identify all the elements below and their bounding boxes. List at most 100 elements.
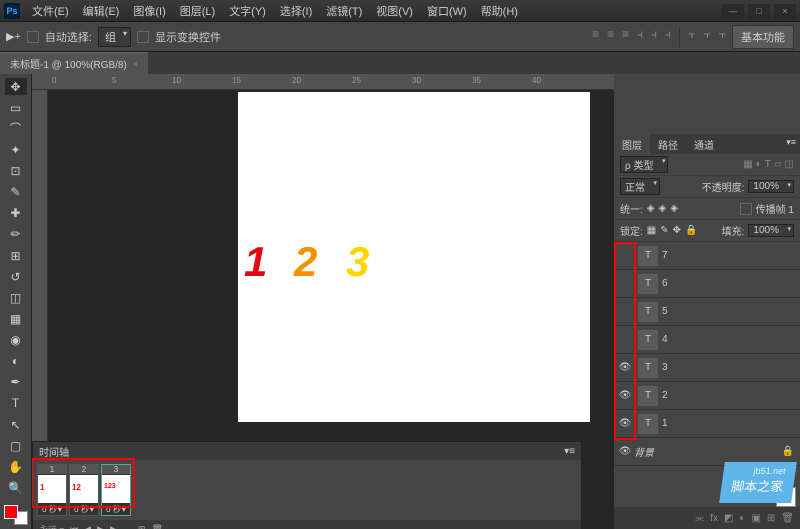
unify-icon[interactable]: ◈ — [670, 203, 678, 214]
propagate-checkbox[interactable] — [740, 203, 752, 215]
distribute-icon[interactable]: ⫟ — [703, 27, 710, 47]
stamp-tool[interactable]: ⊞ — [5, 247, 27, 264]
align-icon[interactable]: ≡ — [592, 27, 599, 47]
color-swatches[interactable] — [4, 505, 28, 526]
marquee-tool[interactable]: ▭ — [5, 99, 27, 116]
visibility-toggle[interactable]: 👁 — [616, 390, 634, 401]
crop-tool[interactable]: ⊡ — [5, 163, 27, 180]
canvas[interactable]: 1 2 3 — [238, 92, 590, 422]
menu-filter[interactable]: 滤镜(T) — [320, 1, 368, 21]
panel-tab-layers[interactable]: 图层 — [614, 134, 650, 154]
panel-tab-paths[interactable]: 路径 — [650, 134, 686, 154]
move-tool[interactable]: ✥ — [5, 78, 27, 95]
tl-tween-icon[interactable]: ⋯ — [123, 524, 132, 529]
tl-delete-icon[interactable]: 🗑 — [151, 524, 162, 529]
tab-close-icon[interactable]: × — [133, 59, 138, 69]
align-icon[interactable]: ⫞ — [665, 27, 671, 47]
adjust-icon[interactable]: ◐ — [739, 513, 745, 524]
frame-duration[interactable]: 0 秒▾ — [106, 504, 126, 515]
blend-mode-dropdown[interactable]: 正常 — [620, 178, 660, 195]
lock-all-icon[interactable]: 🔒 — [685, 225, 697, 236]
tl-newframe-icon[interactable]: ⊞ — [138, 524, 146, 529]
delete-icon[interactable]: 🗑 — [781, 513, 794, 524]
new-layer-icon[interactable]: ⊞ — [767, 513, 775, 524]
workspace-button[interactable]: 基本功能 — [732, 25, 794, 49]
opacity-input[interactable]: 100% — [748, 180, 794, 193]
tl-first-icon[interactable]: ⏮ — [70, 524, 78, 529]
brush-tool[interactable]: ✏ — [5, 226, 27, 243]
dodge-tool[interactable]: ◐ — [5, 353, 27, 370]
layer-name[interactable]: 2 — [662, 390, 668, 401]
layer-row[interactable]: 👁T3 — [614, 354, 800, 382]
tl-play-icon[interactable]: ▶ — [97, 524, 104, 529]
layer-name[interactable]: 7 — [662, 250, 668, 261]
group-icon[interactable]: ▣ — [751, 513, 760, 524]
eyedropper-tool[interactable]: ✎ — [5, 184, 27, 201]
layer-filter-dropdown[interactable]: ρ 类型 — [620, 156, 668, 173]
fill-input[interactable]: 100% — [748, 224, 794, 237]
zoom-tool[interactable]: 🔍 — [5, 479, 27, 496]
layer-row[interactable]: T4 — [614, 326, 800, 354]
layer-name[interactable]: 6 — [662, 278, 668, 289]
tl-next-icon[interactable]: ▶ — [110, 524, 117, 529]
lock-pixels-icon[interactable]: ▦ — [647, 225, 656, 236]
align-icon[interactable]: ⫞ — [637, 27, 643, 47]
window-close-button[interactable]: × — [774, 4, 796, 18]
filter-type-icon[interactable]: T — [765, 159, 771, 170]
menu-window[interactable]: 窗口(W) — [421, 1, 473, 21]
foreground-color[interactable] — [4, 505, 18, 519]
type-tool[interactable]: T — [5, 395, 27, 412]
pen-tool[interactable]: ✒ — [5, 374, 27, 391]
unify-icon[interactable]: ◈ — [647, 203, 655, 214]
visibility-toggle[interactable]: 👁 — [616, 446, 634, 457]
lock-pos-icon[interactable]: ✥ — [673, 225, 681, 236]
lasso-tool[interactable]: ⌒ — [5, 120, 27, 137]
menu-type[interactable]: 文字(Y) — [223, 1, 272, 21]
layer-row[interactable]: T7 — [614, 242, 800, 270]
align-icon[interactable]: ≡ — [622, 27, 629, 47]
frame-duration[interactable]: 0 秒▾ — [42, 504, 62, 515]
shape-tool[interactable]: ▢ — [5, 437, 27, 454]
mask-icon[interactable]: ◩ — [724, 513, 733, 524]
timeline-frame[interactable]: 2 12 0 秒▾ — [69, 464, 99, 516]
distribute-icon[interactable]: ⫟ — [688, 27, 695, 47]
gradient-tool[interactable]: ▦ — [5, 310, 27, 327]
history-brush-tool[interactable]: ↺ — [5, 268, 27, 285]
layer-row[interactable]: T5 — [614, 298, 800, 326]
timeline-frame[interactable]: 3 123 0 秒▾ — [101, 464, 131, 516]
align-icon[interactable]: ⫞ — [651, 27, 657, 47]
menu-help[interactable]: 帮助(H) — [475, 1, 524, 21]
layer-row[interactable]: T6 — [614, 270, 800, 298]
timeline-menu-icon[interactable]: ▾≡ — [564, 446, 575, 457]
filter-smart-icon[interactable]: ◫ — [785, 159, 794, 170]
panel-tab-channels[interactable]: 通道 — [686, 134, 722, 154]
document-tab[interactable]: 未标题-1 @ 100%(RGB/8) × — [0, 52, 148, 74]
menu-select[interactable]: 选择(I) — [274, 1, 318, 21]
layer-name[interactable]: 1 — [662, 418, 668, 429]
frame-duration[interactable]: 0 秒▾ — [74, 504, 94, 515]
unify-icon[interactable]: ◈ — [658, 203, 666, 214]
timeline-frame[interactable]: 1 1 0 秒▾ — [37, 464, 67, 516]
distribute-icon[interactable]: ⫟ — [719, 27, 726, 47]
layer-name[interactable]: 3 — [662, 362, 668, 373]
hand-tool[interactable]: ✋ — [5, 458, 27, 475]
window-minimize-button[interactable]: — — [722, 4, 744, 18]
menu-file[interactable]: 文件(E) — [26, 1, 75, 21]
lock-brush-icon[interactable]: ✎ — [660, 225, 668, 236]
eraser-tool[interactable]: ◫ — [5, 289, 27, 306]
filter-adjust-icon[interactable]: ◐ — [756, 159, 762, 170]
layer-name[interactable]: 4 — [662, 334, 668, 345]
show-transform-checkbox[interactable] — [137, 31, 149, 43]
link-icon[interactable]: ⫘ — [695, 513, 704, 524]
fx-icon[interactable]: fx — [710, 513, 718, 524]
blur-tool[interactable]: ◉ — [5, 332, 27, 349]
autoselect-checkbox[interactable] — [27, 31, 39, 43]
window-maximize-button[interactable]: □ — [748, 4, 770, 18]
menu-layer[interactable]: 图层(L) — [174, 1, 221, 21]
layer-name[interactable]: 5 — [662, 306, 668, 317]
menu-edit[interactable]: 编辑(E) — [77, 1, 126, 21]
path-tool[interactable]: ↖ — [5, 416, 27, 433]
layer-row[interactable]: 👁T2 — [614, 382, 800, 410]
visibility-toggle[interactable]: 👁 — [616, 362, 634, 373]
align-icon[interactable]: ≡ — [607, 27, 614, 47]
